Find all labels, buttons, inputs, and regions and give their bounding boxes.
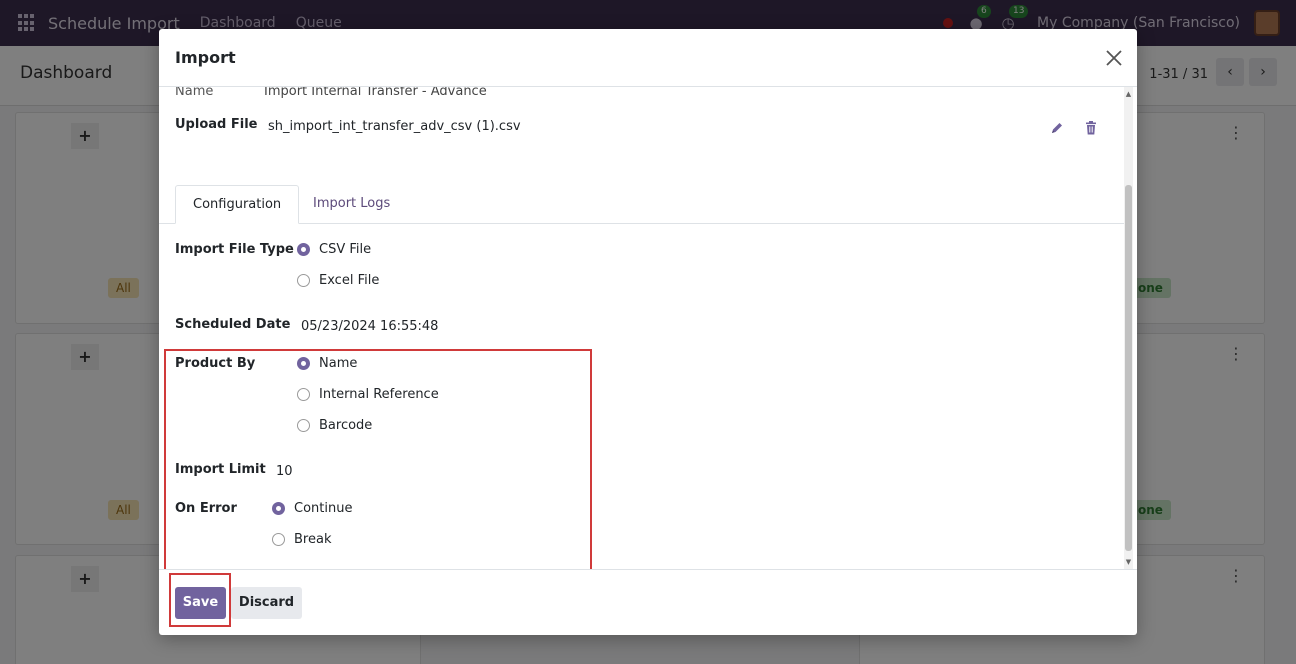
radio-label: Name bbox=[319, 356, 358, 371]
import-limit-label: Import Limit bbox=[175, 462, 266, 477]
trash-icon[interactable] bbox=[1083, 120, 1099, 136]
tab-configuration[interactable]: Configuration bbox=[175, 185, 300, 224]
dialog-scrollbar[interactable]: ▲ ▼ bbox=[1124, 87, 1133, 569]
highlight-box bbox=[164, 349, 592, 569]
import-limit-field[interactable]: 10 bbox=[276, 464, 293, 479]
radio-label: Continue bbox=[294, 501, 353, 516]
notebook-tabs: Configuration Import Logs bbox=[159, 185, 1124, 224]
tab-import-logs[interactable]: Import Logs bbox=[296, 185, 407, 224]
dialog-title: Import bbox=[175, 48, 236, 67]
radio-unselected-icon bbox=[297, 274, 310, 287]
radio-on-error-break[interactable]: Break bbox=[272, 532, 331, 547]
radio-selected-icon bbox=[272, 502, 285, 515]
scheduled-date-label: Scheduled Date bbox=[175, 317, 291, 332]
dialog-body: Name Import Internal Transfer - Advance … bbox=[159, 87, 1137, 569]
scrollbar-thumb[interactable] bbox=[1125, 185, 1132, 551]
radio-label: CSV File bbox=[319, 242, 372, 257]
edit-pencil-icon[interactable] bbox=[1049, 120, 1065, 136]
close-icon[interactable] bbox=[1103, 47, 1125, 69]
radio-selected-icon bbox=[297, 357, 310, 370]
radio-excel-file[interactable]: Excel File bbox=[297, 273, 379, 288]
on-error-label: On Error bbox=[175, 501, 237, 516]
dialog-footer: Save Discard bbox=[159, 569, 1137, 635]
import-file-type-label: Import File Type bbox=[175, 242, 294, 257]
radio-product-barcode[interactable]: Barcode bbox=[297, 418, 372, 433]
radio-unselected-icon bbox=[297, 388, 310, 401]
discard-button[interactable]: Discard bbox=[231, 587, 302, 619]
scheduled-date-field[interactable]: 05/23/2024 16:55:48 bbox=[301, 319, 438, 334]
import-dialog: Import Name Import Internal Transfer - A… bbox=[159, 29, 1137, 635]
radio-product-internal-reference[interactable]: Internal Reference bbox=[297, 387, 439, 402]
radio-unselected-icon bbox=[272, 533, 285, 546]
radio-label: Barcode bbox=[319, 418, 373, 433]
radio-label: Excel File bbox=[319, 273, 380, 288]
name-value[interactable]: Import Internal Transfer - Advance bbox=[264, 87, 487, 99]
radio-selected-icon bbox=[297, 243, 310, 256]
radio-on-error-continue[interactable]: Continue bbox=[272, 501, 352, 516]
save-button[interactable]: Save bbox=[175, 587, 226, 619]
product-by-label: Product By bbox=[175, 356, 256, 371]
upload-file-name: sh_import_int_transfer_adv_csv (1).csv bbox=[268, 119, 521, 134]
radio-label: Break bbox=[294, 532, 332, 547]
radio-unselected-icon bbox=[297, 419, 310, 432]
upload-file-label: Upload File bbox=[175, 117, 258, 132]
scroll-up-icon[interactable]: ▲ bbox=[1125, 90, 1132, 98]
radio-label: Internal Reference bbox=[319, 387, 439, 402]
radio-csv-file[interactable]: CSV File bbox=[297, 242, 371, 257]
dialog-header: Import bbox=[159, 29, 1137, 87]
radio-product-name[interactable]: Name bbox=[297, 356, 357, 371]
scroll-down-icon[interactable]: ▼ bbox=[1125, 558, 1132, 566]
name-label: Name bbox=[175, 87, 214, 99]
